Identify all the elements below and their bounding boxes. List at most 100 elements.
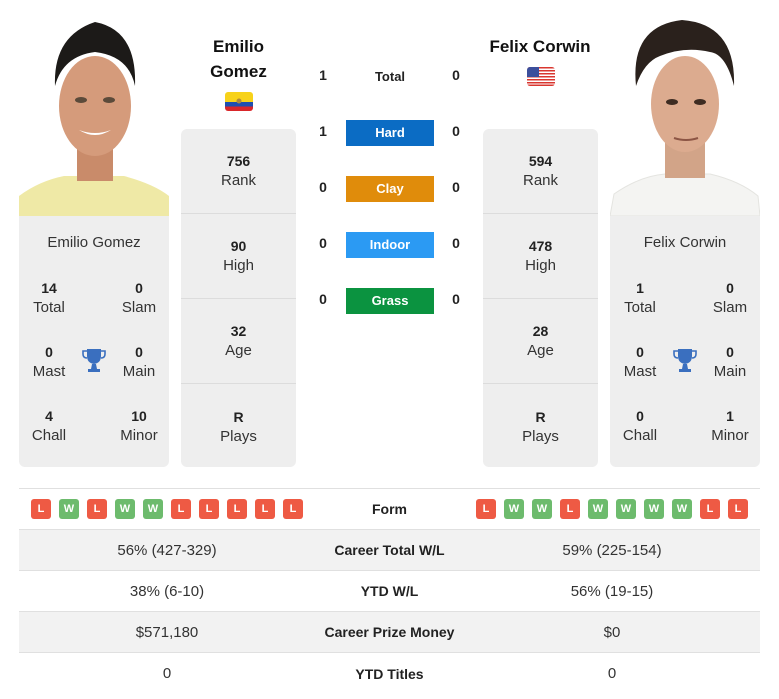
player1-rank-label: Rank <box>220 172 257 189</box>
surface-hard-button[interactable]: Hard <box>346 120 434 146</box>
player2-card-name[interactable]: Felix Corwin <box>610 234 760 251</box>
player2-ytd-titles: 0 <box>607 665 617 682</box>
ytd-wl-row: 38% (6-10) YTD W/L 56% (19-15) <box>19 571 760 612</box>
player2-stats-box: 594 Rank 478 High 28 Age R Plays <box>483 129 598 467</box>
h2h-clay-p1: 0 <box>319 179 327 195</box>
player2-titles-main: 0 Main <box>700 342 760 382</box>
player1-titles-main: 0 Main <box>109 342 169 382</box>
career-wl-row: 56% (427-329) Career Total W/L 59% (225-… <box>19 530 760 571</box>
win-badge[interactable]: W <box>616 499 636 519</box>
player2-titles-main-value: 0 <box>726 344 734 360</box>
player1-card-name[interactable]: Emilio Gomez <box>19 234 169 251</box>
player2-high: 478 High <box>483 214 598 299</box>
win-badge[interactable]: W <box>644 499 664 519</box>
loss-badge[interactable]: L <box>87 499 107 519</box>
loss-badge[interactable]: L <box>171 499 191 519</box>
player2-age-label: Age <box>527 342 554 359</box>
win-badge[interactable]: W <box>115 499 135 519</box>
player2-titles-main-label: Main <box>713 363 747 380</box>
player2-high-value: 478 <box>528 238 553 254</box>
ytd-titles-label: YTD Titles <box>355 665 424 682</box>
player1-titles-slam-label: Slam <box>121 299 157 316</box>
win-badge[interactable]: W <box>532 499 552 519</box>
win-badge[interactable]: W <box>588 499 608 519</box>
h2h-indoor-p1: 0 <box>319 235 327 251</box>
win-badge[interactable]: W <box>143 499 163 519</box>
player1-titles-chall-label: Chall <box>31 427 67 444</box>
trophy-icon <box>673 347 697 373</box>
player2-high-label: High <box>525 257 556 274</box>
player1-titles-minor: 10 Minor <box>109 406 169 446</box>
player2-titles-chall-label: Chall <box>622 427 658 444</box>
trophy-icon <box>82 347 106 373</box>
loss-badge[interactable]: L <box>700 499 720 519</box>
surface-grass-button[interactable]: Grass <box>346 288 434 314</box>
player1-career-wl: 56% (427-329) <box>117 541 217 559</box>
player1-titles-total-label: Total <box>33 299 65 316</box>
loss-badge[interactable]: L <box>31 499 51 519</box>
player1-age: 32 Age <box>181 299 296 384</box>
player2-plays-label: Plays <box>522 427 559 445</box>
player1-ytd-titles: 0 <box>162 665 172 682</box>
loss-badge[interactable]: L <box>199 499 219 519</box>
player1-titles-total: 14 Total <box>19 278 79 318</box>
player2-titles-chall: 0 Chall <box>610 406 670 446</box>
player2-titles-mast-label: Mast <box>623 363 657 380</box>
ecuador-flag-icon <box>225 92 253 111</box>
ytd-titles-row: 0 YTD Titles 0 <box>19 653 760 694</box>
player1-titles-chall-value: 4 <box>45 408 53 424</box>
player2-age-value: 28 <box>532 323 549 339</box>
player1-titles-total-value: 14 <box>41 280 57 296</box>
player2-titles-total: 1 Total <box>610 278 670 318</box>
player2-prize-money: $0 <box>603 623 621 641</box>
win-badge[interactable]: W <box>504 499 524 519</box>
player2-titles-minor-label: Minor <box>711 427 749 444</box>
player2-titles-mast: 0 Mast <box>610 342 670 382</box>
player1-name-heading[interactable]: Emilio Gomez <box>181 34 296 84</box>
player1-titles-mast: 0 Mast <box>19 342 79 382</box>
player1-plays-value: R <box>233 408 244 425</box>
player1-high-label: High <box>223 257 254 274</box>
h2h-indoor-p2: 0 <box>452 235 460 251</box>
loss-badge[interactable]: L <box>560 499 580 519</box>
win-badge[interactable]: W <box>59 499 79 519</box>
player2-titles-slam: 0 Slam <box>700 278 760 318</box>
player2-titles-minor: 1 Minor <box>700 406 760 446</box>
loss-badge[interactable]: L <box>283 499 303 519</box>
loss-badge[interactable]: L <box>227 499 247 519</box>
surface-indoor-button[interactable]: Indoor <box>346 232 434 258</box>
player1-titles-minor-label: Minor <box>120 427 158 444</box>
player2-plays: R Plays <box>483 384 598 467</box>
player2-titles-total-value: 1 <box>636 280 644 296</box>
player2-titles-minor-value: 1 <box>726 408 734 424</box>
player1-titles-mast-label: Mast <box>32 363 66 380</box>
player2-plays-value: R <box>535 408 546 425</box>
player1-first-name: Emilio <box>212 37 264 56</box>
h2h-total-label: Total <box>374 69 406 84</box>
player2-name-heading[interactable]: Felix Corwin <box>470 34 610 59</box>
h2h-grass-p2: 0 <box>452 291 460 307</box>
h2h-hard-p2: 0 <box>452 123 460 139</box>
usa-flag-icon <box>527 67 555 86</box>
h2h-clay-p2: 0 <box>452 179 460 195</box>
player1-high-value: 90 <box>230 238 247 254</box>
loss-badge[interactable]: L <box>255 499 275 519</box>
win-badge[interactable]: W <box>672 499 692 519</box>
player2-titles-card: Felix Corwin 1 Total 0 Slam 0 Mast 0 Mai… <box>610 216 760 467</box>
player1-titles-card: Emilio Gomez 14 Total 0 Slam 0 Mast 0 Ma… <box>19 216 169 467</box>
player1-age-value: 32 <box>230 323 247 339</box>
h2h-hard-p1: 1 <box>319 123 327 139</box>
loss-badge[interactable]: L <box>476 499 496 519</box>
player1-last-name: Gomez <box>210 62 267 81</box>
player2-photo <box>610 16 760 216</box>
surface-clay-button[interactable]: Clay <box>346 176 434 202</box>
form-label: Form <box>372 501 407 517</box>
player1-stats-box: 756 Rank 90 High 32 Age R Plays <box>181 129 296 467</box>
player1-rank: 756 Rank <box>181 129 296 214</box>
loss-badge[interactable]: L <box>728 499 748 519</box>
prize-money-label: Career Prize Money <box>324 624 455 640</box>
player2-titles-slam-value: 0 <box>726 280 734 296</box>
player2-age: 28 Age <box>483 299 598 384</box>
player1-titles-slam-value: 0 <box>135 280 143 296</box>
h2h-total-p2: 0 <box>452 67 460 83</box>
